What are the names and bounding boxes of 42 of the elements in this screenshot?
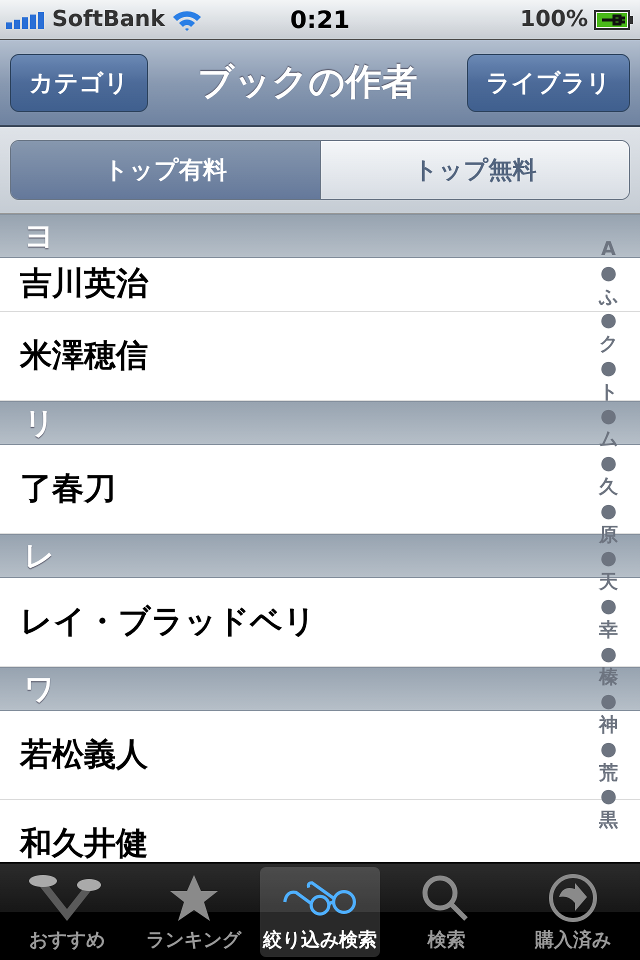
index-letter[interactable]: ● (600, 738, 617, 762)
carrier-name: SoftBank (52, 7, 165, 32)
index-letter[interactable]: ● (600, 500, 617, 524)
index-letter[interactable]: ふ (599, 286, 618, 310)
index-letter[interactable]: ● (600, 309, 617, 334)
segment-tab[interactable]: トップ無料 (320, 141, 629, 199)
category-button[interactable]: カテゴリ (10, 54, 148, 112)
clock-time: 0:21 (290, 6, 350, 34)
tab-item[interactable]: おすすめ (7, 867, 128, 957)
index-letter[interactable]: 天 (599, 571, 618, 595)
index-letter[interactable]: ● (600, 642, 617, 666)
index-letter[interactable]: ト (599, 380, 618, 405)
author-name[interactable]: 米澤穂信 (20, 334, 148, 378)
index-letter[interactable]: ● (600, 594, 617, 619)
index-letter[interactable]: 幸 (599, 618, 618, 643)
signal-icon (6, 10, 46, 28)
index-letter[interactable]: 荒 (599, 762, 618, 786)
index-letter[interactable]: 神 (599, 714, 618, 738)
author-name[interactable]: 和久井健 (20, 822, 148, 862)
author-name[interactable]: 若松義人 (20, 733, 148, 777)
author-name[interactable]: 了春刀 (20, 467, 116, 511)
library-button[interactable]: ライブラリ (467, 54, 630, 112)
battery-percent: 100% (520, 7, 588, 32)
tab-item[interactable]: 絞り込み検索 (260, 867, 380, 957)
index-letter[interactable]: ● (600, 785, 617, 810)
index-letter[interactable]: 久 (599, 476, 618, 500)
index-letter[interactable]: ● (600, 356, 617, 381)
index-letter[interactable]: ● (600, 452, 617, 476)
index-letter[interactable]: A (601, 238, 616, 262)
index-letter[interactable]: ク (599, 333, 618, 357)
charging-battery-icon (594, 10, 634, 30)
index-letter[interactable]: ● (600, 690, 617, 714)
index-letter[interactable]: ● (600, 262, 617, 286)
tab-item[interactable]: ランキング (134, 867, 254, 957)
index-letter[interactable]: ム (599, 428, 618, 452)
nav-title: ブックの作者 (198, 61, 418, 105)
author-name[interactable]: 吉川英治 (20, 262, 148, 306)
tab-item[interactable]: 検索 (386, 867, 506, 957)
tab-item[interactable]: 購入済み (512, 867, 633, 957)
index-letter[interactable]: 黒 (599, 809, 618, 833)
segment-tab[interactable]: トップ有料 (11, 141, 320, 199)
author-name[interactable]: レイ・ブラッドベリ (20, 600, 316, 644)
